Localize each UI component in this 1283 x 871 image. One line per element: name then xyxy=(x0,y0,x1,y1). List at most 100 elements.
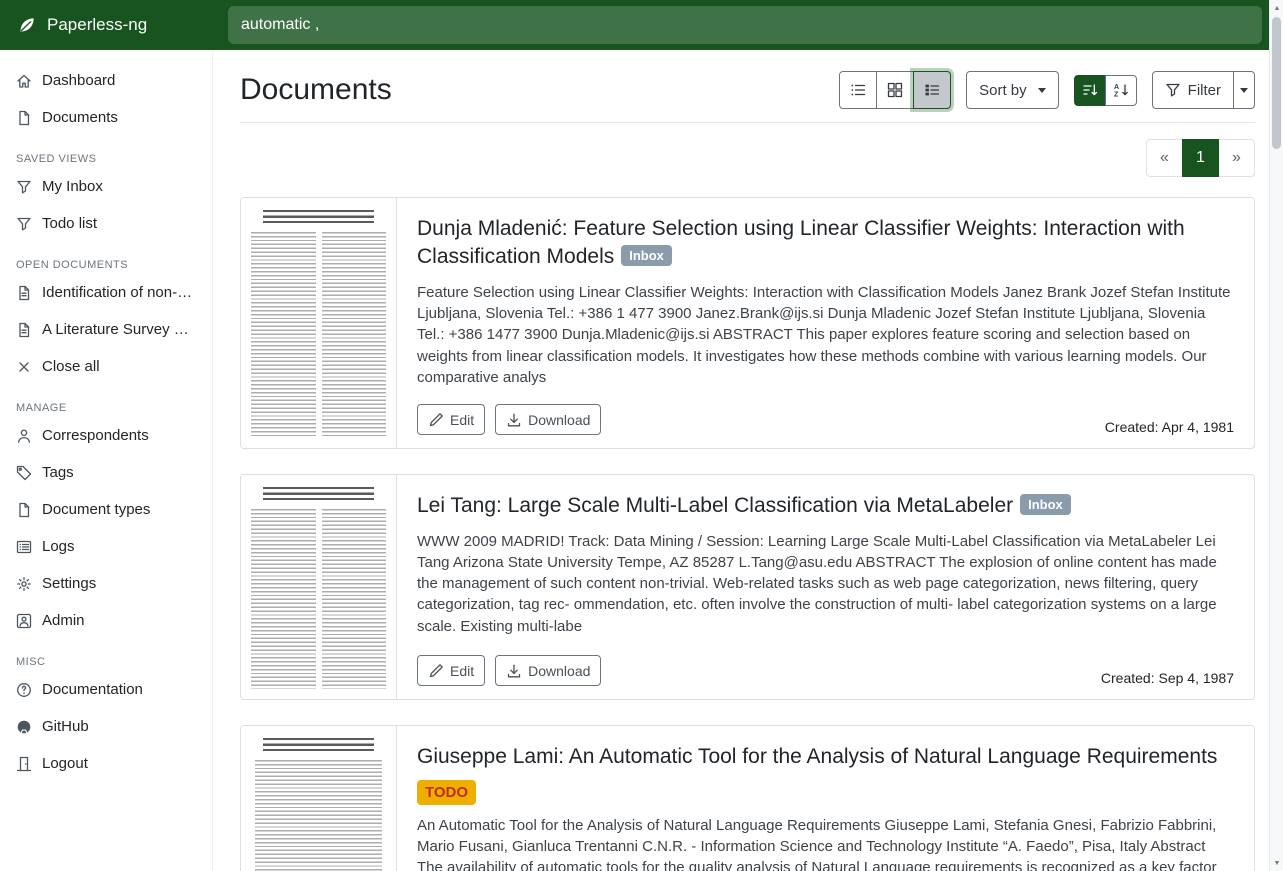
filter-dropdown-toggle[interactable] xyxy=(1233,71,1255,109)
file-text-icon xyxy=(16,322,32,338)
sidebar-item-my-inbox[interactable]: My Inbox xyxy=(0,168,212,205)
list-icon xyxy=(16,539,32,555)
dashboard-icon xyxy=(16,73,32,89)
sidebar-item-tags[interactable]: Tags xyxy=(0,454,212,491)
sidebar-item-todo-list[interactable]: Todo list xyxy=(0,205,212,242)
sidebar-item-documents[interactable]: Documents xyxy=(0,99,212,136)
scrollbar-down-arrow[interactable]: ▼ xyxy=(1270,856,1283,870)
thumbnail-preview xyxy=(241,198,396,448)
pagination: « 1 » xyxy=(240,139,1255,177)
chevron-down-icon xyxy=(1038,88,1046,93)
person-icon xyxy=(16,428,32,444)
sidebar-item-label: Documentation xyxy=(42,681,143,698)
scrollbar-up-arrow[interactable]: ▲ xyxy=(1270,1,1283,15)
sidebar-section-misc: MISC xyxy=(16,656,196,668)
document-card: Giuseppe Lami: An Automatic Tool for the… xyxy=(240,725,1255,871)
document-thumbnail[interactable] xyxy=(241,726,397,871)
download-button[interactable]: Download xyxy=(495,655,601,686)
sidebar-item-open-document-2[interactable]: A Literature Survey on ... xyxy=(0,311,212,348)
thumbnail-preview xyxy=(241,475,396,699)
sidebar-item-label: Tags xyxy=(42,464,74,481)
scrollbar-thumb[interactable] xyxy=(1272,17,1281,149)
edit-label: Edit xyxy=(450,412,474,428)
document-title-text[interactable]: Lei Tang: Large Scale Multi-Label Classi… xyxy=(417,494,1013,517)
tag-badge-todo[interactable]: TODO xyxy=(417,780,476,805)
filter-icon xyxy=(16,216,32,232)
document-title[interactable]: Lei Tang: Large Scale Multi-Label Classi… xyxy=(417,492,1234,520)
toolbar: Sort by AZ Filter xyxy=(839,71,1255,109)
sidebar-item-label: Dashboard xyxy=(42,72,115,89)
document-actions: Edit Download xyxy=(417,655,601,686)
sidebar-item-open-document-1[interactable]: Identification of non-fu... xyxy=(0,274,212,311)
document-title-text[interactable]: Dunja Mladenić: Feature Selection using … xyxy=(417,217,1185,268)
pagination-page-1[interactable]: 1 xyxy=(1182,139,1219,177)
view-toggle-group xyxy=(839,71,951,109)
sidebar-item-github[interactable]: GitHub xyxy=(0,708,212,745)
funnel-icon xyxy=(1165,82,1181,98)
question-circle-icon xyxy=(16,682,32,698)
download-icon xyxy=(506,412,522,428)
sort-alphabetical-button[interactable]: AZ xyxy=(1105,75,1137,106)
sidebar-item-label: Logout xyxy=(42,755,88,772)
sidebar-item-label: My Inbox xyxy=(42,178,103,195)
sidebar-item-close-all[interactable]: Close all xyxy=(0,348,212,385)
tag-badge-inbox[interactable]: Inbox xyxy=(621,245,672,266)
file-text-icon xyxy=(16,285,32,301)
gear-icon xyxy=(16,576,32,592)
filter-label: Filter xyxy=(1188,82,1221,99)
main-content: Documents Sort by xyxy=(213,50,1283,871)
sidebar-item-label: Settings xyxy=(42,575,96,592)
view-grid-button[interactable] xyxy=(876,71,914,109)
sort-direction-group: AZ xyxy=(1074,75,1137,106)
document-footer: Edit Download Created: Apr 4, 1981 xyxy=(417,404,1234,435)
app-brand[interactable]: Paperless-ng xyxy=(0,14,213,36)
github-icon xyxy=(16,719,32,735)
leaf-logo-icon xyxy=(16,14,38,36)
search-input[interactable] xyxy=(228,6,1262,44)
app-brand-name: Paperless-ng xyxy=(47,15,147,35)
search-area xyxy=(213,6,1283,44)
sidebar-item-documentation[interactable]: Documentation xyxy=(0,671,212,708)
view-details-button[interactable] xyxy=(913,71,951,109)
chevron-down-icon xyxy=(1240,88,1248,93)
sort-by-dropdown[interactable]: Sort by xyxy=(966,71,1059,109)
document-badges: TODO xyxy=(417,780,1234,805)
sidebar-item-correspondents[interactable]: Correspondents xyxy=(0,417,212,454)
sidebar-item-logs[interactable]: Logs xyxy=(0,528,212,565)
sidebar-item-label: Todo list xyxy=(42,215,97,232)
sidebar-item-label: Document types xyxy=(42,501,150,518)
svg-text:Z: Z xyxy=(1114,92,1119,99)
document-thumbnail[interactable] xyxy=(241,475,397,699)
sidebar-item-settings[interactable]: Settings xyxy=(0,565,212,602)
pagination-next[interactable]: » xyxy=(1218,139,1255,177)
document-excerpt: WWW 2009 MADRID! Track: Data Mining / Se… xyxy=(417,531,1234,637)
sidebar-item-dashboard[interactable]: Dashboard xyxy=(0,62,212,99)
file-icon xyxy=(16,110,32,126)
document-thumbnail[interactable] xyxy=(241,198,397,448)
tag-badge-inbox[interactable]: Inbox xyxy=(1020,494,1071,515)
view-list-button[interactable] xyxy=(839,71,877,109)
document-title[interactable]: Giuseppe Lami: An Automatic Tool for the… xyxy=(417,743,1234,771)
file-icon xyxy=(16,502,32,518)
sidebar-item-label: Identification of non-fu... xyxy=(42,284,196,301)
edit-button[interactable]: Edit xyxy=(417,404,485,435)
list-view-icon xyxy=(850,82,866,98)
grid-view-icon xyxy=(887,82,903,98)
document-title-text[interactable]: Giuseppe Lami: An Automatic Tool for the… xyxy=(417,745,1217,768)
document-card-body: Dunja Mladenić: Feature Selection using … xyxy=(397,198,1254,448)
edit-button[interactable]: Edit xyxy=(417,655,485,686)
filter-button[interactable]: Filter xyxy=(1152,71,1234,109)
download-button[interactable]: Download xyxy=(495,404,601,435)
sidebar-item-document-types[interactable]: Document types xyxy=(0,491,212,528)
sidebar-section-manage: MANAGE xyxy=(16,402,196,414)
edit-label: Edit xyxy=(450,663,474,679)
details-view-icon xyxy=(924,82,940,98)
document-card: Lei Tang: Large Scale Multi-Label Classi… xyxy=(240,474,1255,700)
sidebar-item-admin[interactable]: Admin xyxy=(0,602,212,639)
pagination-previous[interactable]: « xyxy=(1146,139,1183,177)
document-title[interactable]: Dunja Mladenić: Feature Selection using … xyxy=(417,215,1234,272)
document-excerpt: Feature Selection using Linear Classifie… xyxy=(417,282,1234,388)
sort-alpha-icon: AZ xyxy=(1113,82,1129,98)
sort-descending-button[interactable] xyxy=(1074,75,1106,106)
sidebar-item-logout[interactable]: Logout xyxy=(0,745,212,782)
